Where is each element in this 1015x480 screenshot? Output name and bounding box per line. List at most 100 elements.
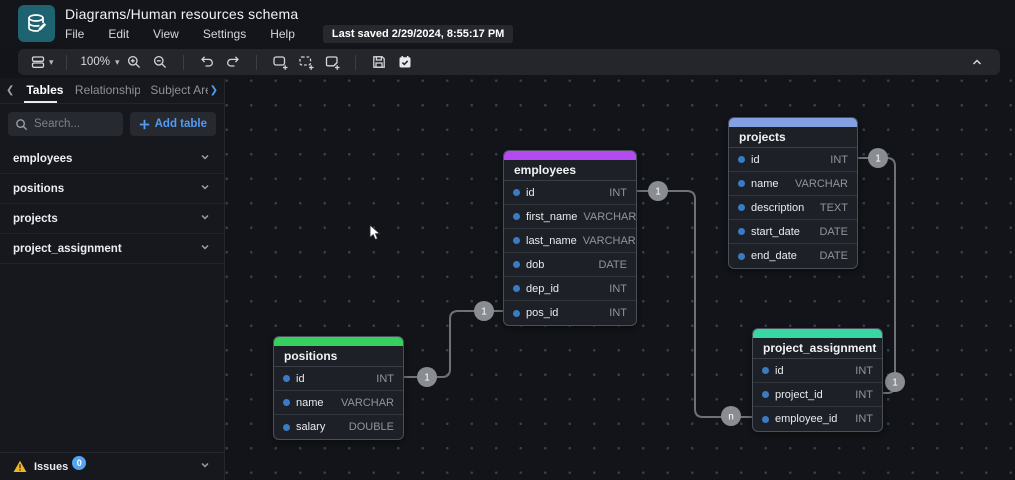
tab-subject-are[interactable]: Subject Are: [140, 79, 207, 103]
field-dot-icon: [762, 367, 769, 374]
tab-relationships[interactable]: Relationships: [65, 79, 140, 103]
field-row-project_assignment-project_id[interactable]: project_id INT: [753, 383, 882, 407]
undo-icon[interactable]: [196, 51, 218, 73]
field-dot-icon: [513, 261, 520, 268]
zoom-level-value: 100%: [80, 56, 110, 68]
field-type: VARCHAR: [582, 234, 636, 247]
field-name: description: [751, 201, 805, 214]
chevron-down-icon[interactable]: [199, 150, 211, 168]
table-title: positions: [274, 346, 403, 367]
issues-bar[interactable]: Issues 0: [0, 452, 224, 480]
field-row-projects-end_date[interactable]: end_date DATE: [729, 244, 857, 268]
field-row-projects-id[interactable]: id INT: [729, 148, 857, 172]
field-type: DOUBLE: [348, 421, 394, 433]
chevron-down-icon[interactable]: [199, 180, 211, 198]
field-row-employees-id[interactable]: id INT: [504, 181, 636, 205]
table-accent-strip: [729, 118, 857, 127]
zoom-in-icon[interactable]: [123, 51, 145, 73]
field-row-positions-id[interactable]: id INT: [274, 367, 403, 391]
todo-icon[interactable]: [394, 51, 416, 73]
menu-item-settings[interactable]: Settings: [203, 27, 246, 41]
menu-item-edit[interactable]: Edit: [108, 27, 129, 41]
field-row-project_assignment-employee_id[interactable]: employee_id INT: [753, 407, 882, 431]
toolbar: ▾ 100% ▾: [18, 49, 1000, 75]
field-row-employees-dob[interactable]: dob DATE: [504, 253, 636, 277]
add-note-icon[interactable]: [321, 51, 343, 73]
field-name: salary: [296, 421, 326, 433]
cardinality-label: 1: [424, 373, 430, 384]
plus-icon: [139, 119, 149, 129]
field-dot-icon: [738, 228, 745, 235]
menu-item-view[interactable]: View: [153, 27, 179, 41]
field-type: VARCHAR: [795, 177, 848, 190]
field-name: id: [751, 153, 760, 166]
add-area-icon[interactable]: [295, 51, 317, 73]
relationship-line-positions_id-employees_pos_id[interactable]: [404, 310, 503, 378]
field-type: INT: [609, 282, 627, 295]
field-dot-icon: [762, 391, 769, 398]
field-row-positions-salary[interactable]: salary DOUBLE: [274, 415, 403, 439]
entity-table-employees[interactable]: employees id INT first_name VARCHAR last_name…: [503, 150, 637, 326]
chevron-down-icon: ▾: [49, 56, 54, 67]
tabs-scroll-left-icon[interactable]: ❮: [4, 85, 16, 96]
field-name: project_id: [775, 388, 823, 401]
field-row-employees-dep_id[interactable]: dep_id INT: [504, 277, 636, 301]
page-title: Diagrams/Human resources schema: [65, 6, 299, 22]
cardinality-label: 1: [655, 187, 661, 198]
search-box[interactable]: [8, 112, 123, 136]
last-saved-badge: Last saved 2/29/2024, 8:55:17 PM: [322, 25, 514, 43]
field-dot-icon: [738, 156, 745, 163]
chevron-down-icon[interactable]: [199, 458, 211, 476]
diagram-canvas[interactable]: 111n11 employees id INT first_name VARCHAR la…: [225, 78, 1015, 480]
field-row-employees-pos_id[interactable]: pos_id INT: [504, 301, 636, 325]
toolbar-divider: [355, 54, 357, 70]
field-row-employees-first_name[interactable]: first_name VARCHAR: [504, 205, 636, 229]
field-dot-icon: [283, 399, 290, 406]
field-row-projects-start_date[interactable]: start_date DATE: [729, 220, 857, 244]
table-title: project_assignment: [753, 338, 882, 359]
app-window: Diagrams/Human resources schema File Edit…: [0, 0, 1015, 480]
field-type: VARCHAR: [341, 396, 394, 409]
sidebar-item-project_assignment[interactable]: project_assignment: [0, 234, 224, 264]
table-accent-strip: [504, 151, 636, 160]
add-table-button[interactable]: Add table: [129, 112, 216, 136]
zoom-out-icon[interactable]: [149, 51, 171, 73]
field-row-positions-name[interactable]: name VARCHAR: [274, 391, 403, 415]
field-name: start_date: [751, 225, 800, 238]
field-row-project_assignment-id[interactable]: id INT: [753, 359, 882, 383]
sidebar-item-projects[interactable]: projects: [0, 204, 224, 234]
sidebar-item-positions[interactable]: positions: [0, 174, 224, 204]
chevron-down-icon: ▾: [114, 56, 120, 67]
entity-table-positions[interactable]: positions id INT name VARCHAR salary DOUBLE: [273, 336, 404, 440]
field-name: dob: [526, 258, 545, 271]
app-logo[interactable]: [18, 5, 55, 42]
field-row-projects-name[interactable]: name VARCHAR: [729, 172, 857, 196]
add-table-icon[interactable]: [269, 51, 291, 73]
zoom-level-select[interactable]: 100% ▾: [79, 51, 120, 73]
save-icon[interactable]: [368, 51, 390, 73]
menu-item-file[interactable]: File: [65, 27, 84, 41]
chevron-down-icon[interactable]: [199, 210, 211, 228]
entity-table-project_assignment[interactable]: project_assignment id INT project_id INT empl…: [752, 328, 883, 432]
sidebar-item-label: project_assignment: [13, 242, 122, 255]
menu-item-help[interactable]: Help: [270, 27, 295, 41]
field-type: INT: [855, 388, 873, 401]
chevron-down-icon[interactable]: [199, 240, 211, 258]
field-type: VARCHAR: [583, 210, 637, 223]
sidebar-item-employees[interactable]: employees: [0, 144, 224, 174]
field-type: INT: [855, 364, 873, 377]
redo-icon[interactable]: [222, 51, 244, 73]
field-name: dep_id: [526, 282, 560, 295]
layout-picker-icon[interactable]: ▾: [30, 51, 54, 73]
field-type: DATE: [819, 250, 848, 262]
field-dot-icon: [283, 423, 290, 431]
collapse-toolbar-icon[interactable]: [966, 51, 988, 73]
field-type: DATE: [819, 225, 848, 238]
tab-tables[interactable]: Tables: [16, 79, 65, 103]
field-row-employees-last_name[interactable]: last_name VARCHAR: [504, 229, 636, 253]
search-input[interactable]: [34, 118, 116, 130]
field-row-projects-description[interactable]: description TEXT: [729, 196, 857, 220]
tabs-scroll-right-icon[interactable]: ❯: [208, 85, 220, 96]
field-dot-icon: [738, 180, 745, 187]
entity-table-projects[interactable]: projects id INT name VARCHAR description TEXT s…: [728, 117, 858, 269]
